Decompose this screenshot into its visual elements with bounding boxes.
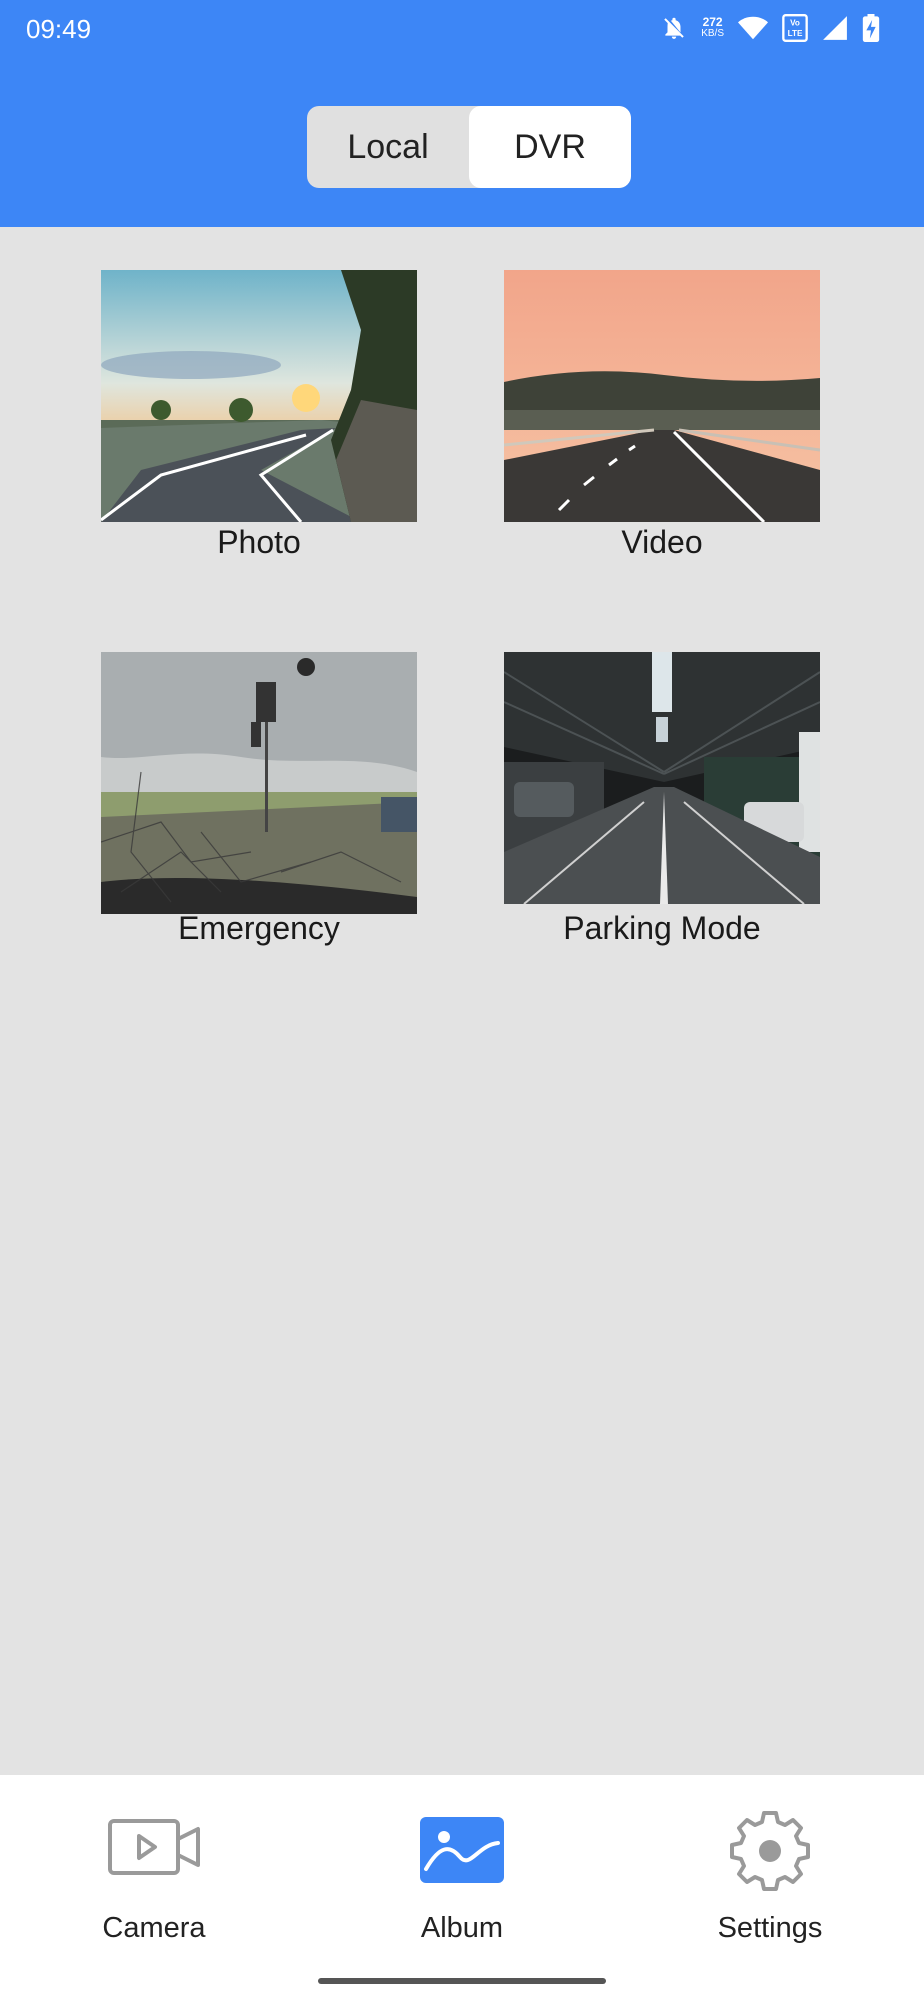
- album-tile-photo[interactable]: Photo: [101, 270, 417, 560]
- speed-unit: KB/S: [701, 28, 724, 39]
- source-segmented-control: Local DVR: [307, 106, 631, 188]
- speed-value: 272: [702, 15, 723, 29]
- status-icons: 272 KB/S Vo LTE: [661, 12, 880, 44]
- album-tile-emergency[interactable]: Emergency: [101, 652, 417, 946]
- nav-item-album[interactable]: Album: [362, 1775, 562, 1975]
- volte-icon: Vo LTE: [782, 14, 808, 42]
- tile-label: Photo: [217, 524, 301, 560]
- highway-dusk-image: [504, 270, 820, 522]
- signal-icon: [823, 16, 847, 40]
- segment-dvr[interactable]: DVR: [469, 106, 631, 188]
- segment-local[interactable]: Local: [307, 106, 469, 188]
- battery-charging-icon: [862, 14, 880, 42]
- gear-icon: [730, 1811, 810, 1891]
- wifi-icon: [738, 16, 768, 40]
- svg-text:Vo: Vo: [790, 19, 800, 28]
- nav-label-album: Album: [420, 1912, 504, 1944]
- nav-label-settings: Settings: [717, 1912, 823, 1944]
- tile-label: Emergency: [178, 910, 340, 946]
- cracked-windshield-image: [101, 652, 417, 914]
- album-image-icon: [420, 1817, 504, 1883]
- nav-item-settings[interactable]: Settings: [670, 1775, 870, 1975]
- home-indicator[interactable]: [318, 1978, 606, 1984]
- bell-off-icon: [664, 17, 684, 39]
- tile-label: Video: [621, 524, 703, 560]
- album-tile-parking-mode[interactable]: Parking Mode: [504, 652, 820, 946]
- svg-text:LTE: LTE: [788, 29, 803, 38]
- nav-label-camera: Camera: [102, 1912, 206, 1944]
- status-time: 09:49: [26, 14, 92, 44]
- mountain-road-sunset-image: [101, 270, 417, 522]
- bottom-navigation: Camera Album Settings: [0, 1775, 924, 2000]
- album-tile-video[interactable]: Video: [504, 270, 820, 560]
- nav-item-camera[interactable]: Camera: [54, 1775, 254, 1975]
- tile-label: Parking Mode: [563, 910, 761, 946]
- app-header: 09:49 272 KB/S Vo LTE Local DVR: [0, 0, 924, 227]
- parking-garage-image: [504, 652, 820, 904]
- network-speed: 272 KB/S: [701, 15, 724, 39]
- video-camera-icon: [108, 1819, 200, 1875]
